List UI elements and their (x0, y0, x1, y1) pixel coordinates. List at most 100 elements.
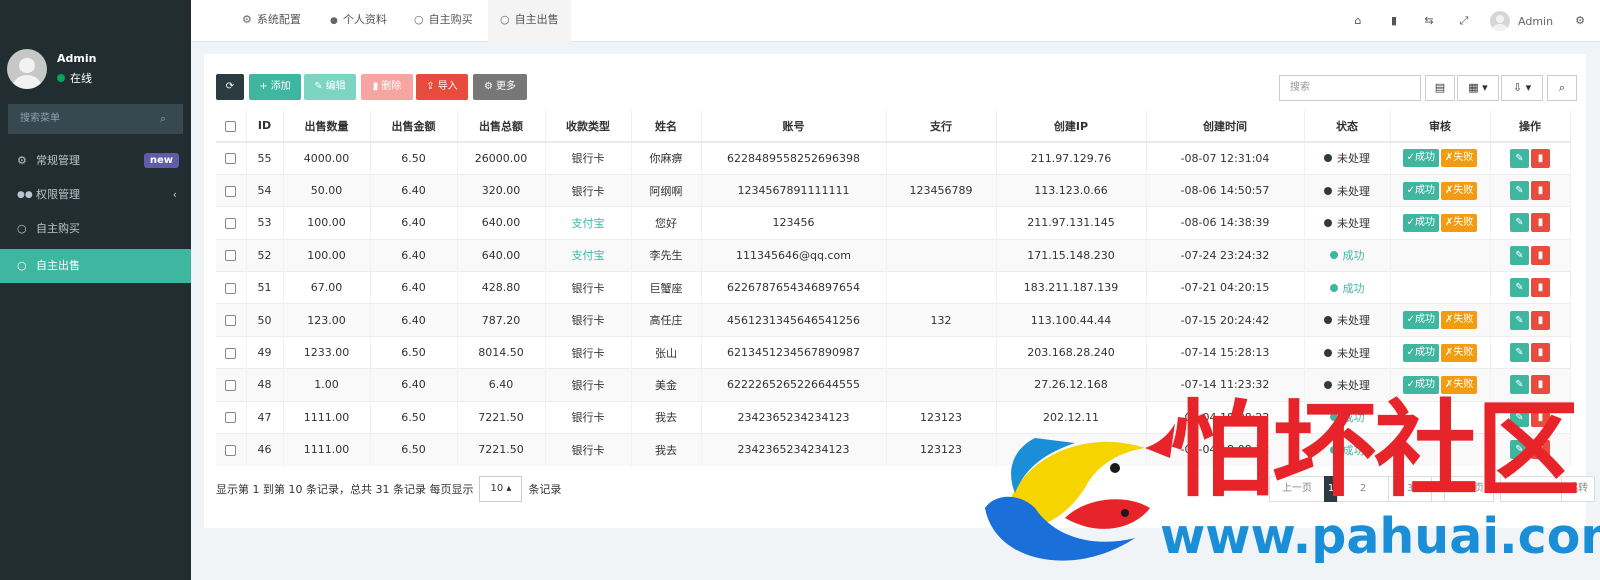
edit-row-button[interactable]: ✎ (1510, 245, 1529, 265)
edit-row-button[interactable]: ✎ (1510, 148, 1529, 168)
page-jump-input[interactable] (1500, 476, 1562, 502)
delete-row-button[interactable]: ▮ (1531, 278, 1550, 298)
row-checkbox[interactable] (216, 400, 247, 434)
edit-row-button[interactable]: ✎ (1510, 213, 1529, 233)
approve-button[interactable]: ✓成功 (1402, 213, 1439, 232)
column-header[interactable]: 出售数量 (283, 110, 371, 143)
page-button[interactable]: 4 (1431, 476, 1445, 502)
column-header[interactable]: 出售总额 (457, 110, 546, 143)
approve-button[interactable]: ✓成功 (1402, 375, 1439, 394)
row-checkbox[interactable] (216, 368, 247, 402)
jump-button[interactable]: 跳转 (1561, 476, 1595, 502)
table-row[interactable]: 52 100.00 6.40 640.00 支付宝 李先生 111345646@qq.com… (216, 238, 1571, 272)
row-checkbox[interactable] (216, 173, 247, 207)
tab-self-sell[interactable]: ○ 自主出售 (488, 0, 571, 42)
column-header[interactable]: 账号 (701, 110, 887, 143)
page-button-active[interactable]: 1 (1324, 476, 1338, 502)
table-row[interactable]: 50 123.00 6.40 787.20 银行卡 高任庄 4561231345646541… (216, 303, 1571, 337)
table-row[interactable]: 47 1111.00 6.50 7221.50 银行卡 我去 234236523423412… (216, 400, 1571, 434)
delete-row-button[interactable]: ▮ (1531, 148, 1550, 168)
row-checkbox[interactable] (216, 303, 247, 337)
approve-button[interactable]: ✓成功 (1402, 149, 1439, 168)
settings-icon[interactable]: ⚙ (1570, 0, 1590, 42)
edit-row-button[interactable]: ✎ (1510, 310, 1529, 330)
table-row[interactable]: 46 1111.00 6.50 7221.50 银行卡 我去 234236523423412… (216, 433, 1571, 466)
row-checkbox[interactable] (216, 238, 247, 272)
column-header[interactable]: 收款类型 (545, 110, 632, 143)
delete-row-button[interactable]: ▮ (1531, 440, 1550, 460)
column-header[interactable]: 姓名 (631, 110, 702, 143)
reject-button[interactable]: ✗失败 (1441, 311, 1478, 330)
sidebar-item-self-sell[interactable]: ○ 自主出售 (0, 249, 191, 283)
edit-button[interactable]: ✎ 编辑 (304, 74, 356, 100)
edit-row-button[interactable]: ✎ (1510, 343, 1529, 363)
tab-system-config[interactable]: ⚙ 系统配置 (230, 0, 313, 42)
sidebar-item-general[interactable]: ⚙ 常规管理 new (0, 144, 191, 178)
column-header[interactable]: 状态 (1304, 110, 1391, 143)
export-button[interactable]: ⇩ ▾ (1501, 75, 1543, 101)
reject-button[interactable]: ✗失败 (1441, 343, 1478, 362)
delete-row-button[interactable]: ▮ (1531, 343, 1550, 363)
tab-profile[interactable]: ● 个人资料 (318, 0, 399, 42)
edit-row-button[interactable]: ✎ (1510, 375, 1529, 395)
reject-button[interactable]: ✗失败 (1441, 149, 1478, 168)
page-button[interactable]: 2 (1337, 476, 1389, 502)
edit-row-button[interactable]: ✎ (1510, 407, 1529, 427)
column-header[interactable]: 创建IP (996, 110, 1147, 143)
sidebar-item-self-buy[interactable]: ○ 自主购买 (0, 212, 191, 246)
advanced-search-button[interactable]: ⌕ (1547, 75, 1577, 101)
refresh-button[interactable]: ⟳ (216, 74, 244, 100)
column-header[interactable]: 审核 (1390, 110, 1491, 143)
sidebar-item-permissions[interactable]: ●● 权限管理 ‹ (0, 178, 191, 212)
top-user-menu[interactable]: Admin (1490, 11, 1553, 31)
next-page-button[interactable]: 下一页 (1444, 476, 1494, 502)
add-button[interactable]: + 添加 (249, 74, 301, 100)
table-row[interactable]: 53 100.00 6.40 640.00 支付宝 您好 123456 211.97.131.… (216, 206, 1571, 240)
table-row[interactable]: 51 67.00 6.40 428.80 银行卡 巨蟹座 62267876543468976… (216, 271, 1571, 304)
column-header[interactable]: 创建时间 (1146, 110, 1305, 143)
reject-button[interactable]: ✗失败 (1441, 375, 1478, 394)
row-checkbox[interactable] (216, 271, 247, 304)
delete-row-button[interactable]: ▮ (1531, 310, 1550, 330)
edit-row-button[interactable]: ✎ (1510, 278, 1529, 298)
column-header[interactable]: 操作 (1490, 110, 1571, 143)
delete-row-button[interactable]: ▮ (1531, 213, 1550, 233)
row-checkbox[interactable] (216, 141, 247, 175)
delete-row-button[interactable]: ▮ (1531, 181, 1550, 201)
fullscreen-icon[interactable]: ⤢ (1454, 0, 1474, 42)
more-button[interactable]: ⚙ 更多 (473, 74, 527, 100)
approve-button[interactable]: ✓成功 (1402, 311, 1439, 330)
table-row[interactable]: 49 1233.00 6.50 8014.50 银行卡 张山 621345123456789… (216, 335, 1571, 369)
approve-button[interactable]: ✓成功 (1402, 181, 1439, 200)
table-row[interactable]: 55 4000.00 6.50 26000.00 银行卡 你麻痹 6228489558252… (216, 141, 1571, 175)
home-icon[interactable]: ⌂ (1348, 0, 1368, 42)
table-row[interactable]: 48 1.00 6.40 6.40 银行卡 美金 6222265265226644555 27… (216, 368, 1571, 402)
reject-button[interactable]: ✗失败 (1441, 213, 1478, 232)
table-row[interactable]: 54 50.00 6.40 320.00 银行卡 阿纲啊 1234567891111111 1… (216, 173, 1571, 207)
prev-page-button[interactable]: 上一页 (1269, 476, 1325, 502)
select-all-checkbox[interactable] (216, 110, 247, 143)
approve-button[interactable]: ✓成功 (1402, 343, 1439, 362)
tab-self-buy[interactable]: ○ 自主购买 (402, 0, 485, 42)
search-icon[interactable]: ⌕ (160, 104, 166, 134)
delete-row-button[interactable]: ▮ (1531, 375, 1550, 395)
delete-row-button[interactable]: ▮ (1531, 245, 1550, 265)
sidebar-search-input[interactable]: 搜索菜单 (8, 104, 183, 134)
translate-icon[interactable]: ⇆ (1419, 0, 1439, 42)
table-search-input[interactable]: 搜索 (1279, 75, 1421, 101)
import-button[interactable]: ⇪ 导入 (416, 74, 468, 100)
delete-button[interactable]: ▮ 删除 (361, 74, 413, 100)
column-header[interactable]: ID (246, 110, 284, 143)
column-header[interactable]: 支行 (886, 110, 997, 143)
toggle-view-button[interactable]: ▤ (1425, 75, 1455, 101)
column-header[interactable]: 出售金额 (370, 110, 458, 143)
columns-button[interactable]: ▦ ▾ (1457, 75, 1499, 101)
edit-row-button[interactable]: ✎ (1510, 181, 1529, 201)
row-checkbox[interactable] (216, 335, 247, 369)
row-checkbox[interactable] (216, 433, 247, 466)
trash-icon[interactable]: ▮ (1384, 0, 1404, 42)
page-button[interactable]: 3 (1388, 476, 1432, 502)
edit-row-button[interactable]: ✎ (1510, 440, 1529, 460)
delete-row-button[interactable]: ▮ (1531, 407, 1550, 427)
reject-button[interactable]: ✗失败 (1441, 181, 1478, 200)
